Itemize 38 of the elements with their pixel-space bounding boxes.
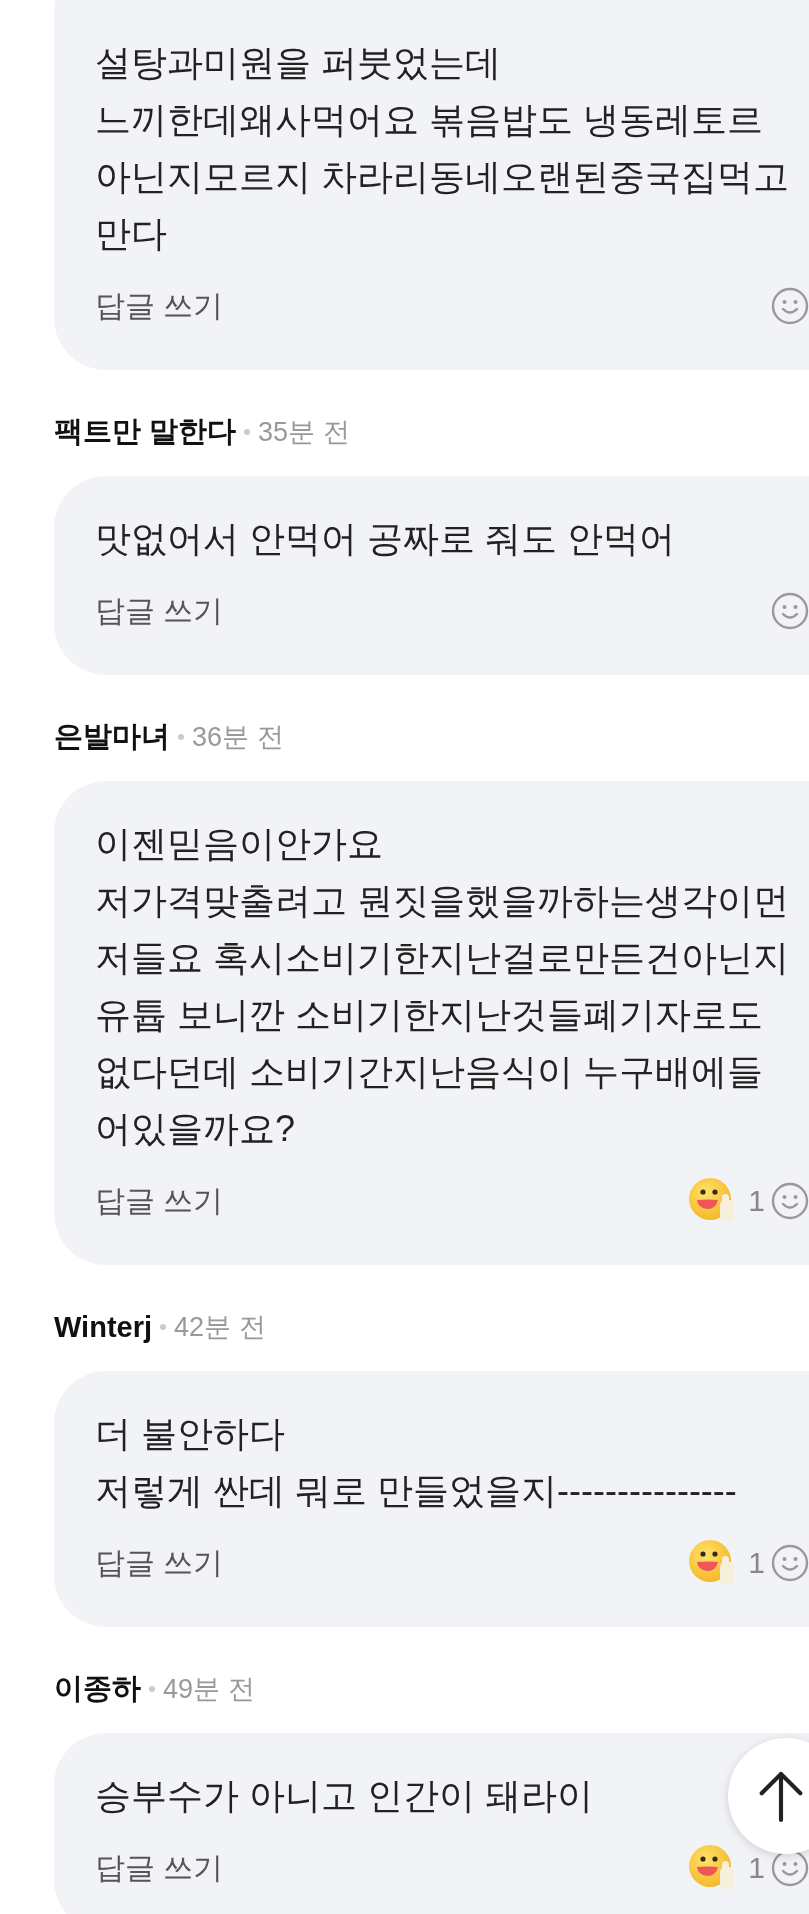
comment-time: 35분 전	[258, 416, 350, 449]
comment-text: 유튭 보니깐 소비기한지난것들폐기자로도	[95, 993, 763, 1037]
separator-dot	[178, 734, 184, 740]
add-reaction-smiley-icon[interactable]	[771, 592, 809, 630]
comment-text: 저가격맞출려고 뭔짓을했을까하는생각이먼	[95, 879, 789, 923]
reply-link[interactable]: 답글 쓰기	[95, 590, 224, 632]
separator-dot	[160, 1324, 167, 1330]
add-reaction-smiley-icon[interactable]	[771, 1544, 809, 1582]
reply-link[interactable]: 답글 쓰기	[95, 1542, 224, 1584]
comment-text: 만다	[95, 212, 167, 256]
comment-text: 더 불안하다	[95, 1412, 285, 1456]
reply-link[interactable]: 답글 쓰기	[95, 1180, 224, 1222]
separator-dot	[149, 1686, 155, 1692]
comment-text: 아닌지모르지 차라리동네오랜된중국집먹고	[95, 155, 789, 199]
reaction-count: 1	[748, 1851, 765, 1885]
comment-text: 없다던데 소비기간지난음식이 누구배에들	[95, 1050, 763, 1094]
comment-author[interactable]: Winterj	[54, 1310, 153, 1344]
add-reaction-smiley-icon[interactable]	[771, 287, 809, 325]
comment-text: 저들요 혹시소비기한지난걸로만든건아닌지	[95, 936, 789, 980]
comment-text: 느끼한데왜사먹어요 볶음밥도 냉동레토르	[95, 98, 763, 142]
comment-text: 어있을까요?	[95, 1107, 296, 1151]
comment-text: 설탕과미원을 퍼붓었는데	[95, 41, 501, 85]
reaction-count: 1	[748, 1546, 765, 1580]
comment-text: 저렇게 싼데 뭐로 만들었을지---------------	[95, 1469, 737, 1513]
comment-time: 42분 전	[174, 1311, 266, 1344]
comment-time: 36분 전	[192, 721, 284, 754]
add-reaction-smiley-icon[interactable]	[771, 1182, 809, 1220]
comment-text: 승부수가 아니고 인간이 돼라이	[95, 1774, 593, 1818]
reply-link[interactable]: 답글 쓰기	[95, 285, 224, 327]
separator-dot	[244, 429, 251, 435]
comment-author[interactable]: 이종하	[54, 1669, 141, 1709]
comment-author[interactable]: 은발마녀	[54, 717, 170, 757]
comment-text: 맛없어서 안먹어 공짜로 줘도 안먹어	[95, 517, 675, 561]
reply-link[interactable]: 답글 쓰기	[95, 1847, 224, 1889]
comment-author[interactable]: 팩트만 말한다	[54, 412, 237, 452]
reaction-count: 1	[748, 1184, 765, 1218]
comment-time: 49분 전	[163, 1673, 255, 1706]
comment-text: 이젠믿음이안가요	[95, 822, 383, 866]
